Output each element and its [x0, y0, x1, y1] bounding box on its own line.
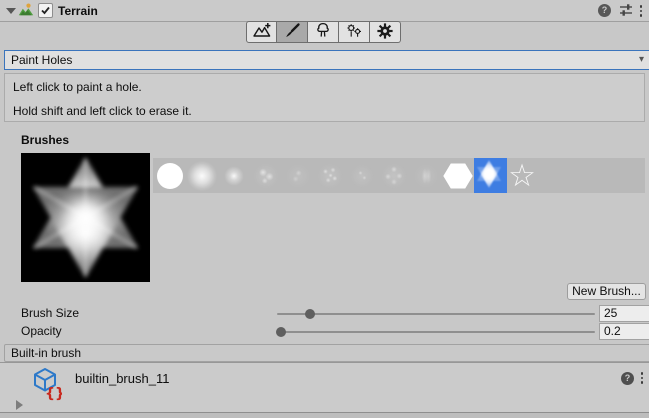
opacity-label: Opacity [21, 324, 62, 338]
paintbrush-icon [283, 22, 301, 43]
brush-thumbnail[interactable] [379, 161, 409, 191]
svg-text:{}: {} [45, 386, 62, 401]
brush-size-slider-knob[interactable] [305, 309, 315, 319]
opacity-slider[interactable] [277, 331, 595, 333]
brush-size-value-field[interactable]: 25 [599, 305, 649, 322]
terrain-component-icon [18, 2, 34, 21]
help-box-line-2: Hold shift and left click to erase it. [13, 104, 192, 118]
mountain-plus-icon [252, 22, 272, 42]
brush-thumbnail[interactable] [443, 161, 473, 191]
brush-thumbnail[interactable] [347, 161, 377, 191]
component-title: Terrain [58, 4, 98, 18]
paint-tool-dropdown-value: Paint Holes [11, 53, 72, 67]
chevron-down-icon: ▾ [639, 51, 644, 69]
kebab-menu-icon[interactable] [639, 5, 643, 17]
tool-create-neighbor-terrains-button[interactable] [246, 21, 277, 43]
tool-paint-details-button[interactable] [339, 21, 370, 43]
scriptable-object-icon: {} [32, 367, 62, 404]
component-foldout-arrow[interactable] [6, 8, 16, 14]
brush-thumbnail[interactable] [187, 161, 217, 191]
new-brush-button[interactable]: New Brush... [567, 283, 646, 300]
brush-thumbnail[interactable] [411, 161, 441, 191]
brush-thumbnail[interactable] [315, 161, 345, 191]
paint-tool-dropdown[interactable]: Paint Holes ▾ [4, 50, 649, 70]
brush-thumbnail-selected[interactable] [474, 158, 507, 193]
terrain-inspector-panel: Terrain ? [0, 0, 649, 418]
help-icon[interactable]: ? [598, 4, 611, 17]
opacity-slider-knob[interactable] [276, 327, 286, 337]
tree-icon [314, 22, 332, 42]
tool-paint-trees-button[interactable] [308, 21, 339, 43]
flowers-icon [345, 22, 363, 42]
panel-bottom-divider [0, 412, 649, 418]
presets-icon[interactable] [618, 3, 634, 20]
brush-asset-header: {} builtin_brush_11 ? [0, 362, 649, 413]
brush-asset-foldout-arrow[interactable] [16, 400, 23, 410]
tool-paint-terrain-button[interactable] [277, 21, 308, 43]
brush-asset-name: builtin_brush_11 [75, 371, 169, 386]
gear-icon [377, 23, 393, 42]
component-enabled-checkbox[interactable] [38, 3, 53, 18]
opacity-value-field[interactable]: 0.2 [599, 323, 649, 340]
help-box: Left click to paint a hole. Hold shift a… [4, 73, 645, 122]
terrain-tool-toolbar [246, 21, 401, 43]
brush-thumbnail[interactable]: ☆ [507, 161, 537, 191]
brush-thumbnail[interactable] [283, 161, 313, 191]
kebab-menu-icon[interactable] [640, 372, 644, 384]
brushes-section-label: Brushes [21, 133, 69, 147]
help-icon[interactable]: ? [621, 372, 634, 385]
component-header: Terrain ? [0, 0, 649, 22]
brush-thumbnail[interactable] [251, 161, 281, 191]
help-box-line-1: Left click to paint a hole. [13, 80, 142, 94]
brush-size-label: Brush Size [21, 306, 79, 320]
brush-palette: ☆ [153, 158, 645, 193]
brush-size-slider[interactable] [277, 313, 595, 315]
brush-thumbnail[interactable] [219, 161, 249, 191]
star-outline-icon: ☆ [507, 161, 537, 191]
selected-brush-preview [21, 153, 150, 282]
builtin-brush-bar: Built-in brush [4, 344, 649, 362]
brush-thumbnail[interactable] [155, 161, 185, 191]
tool-terrain-settings-button[interactable] [370, 21, 401, 43]
